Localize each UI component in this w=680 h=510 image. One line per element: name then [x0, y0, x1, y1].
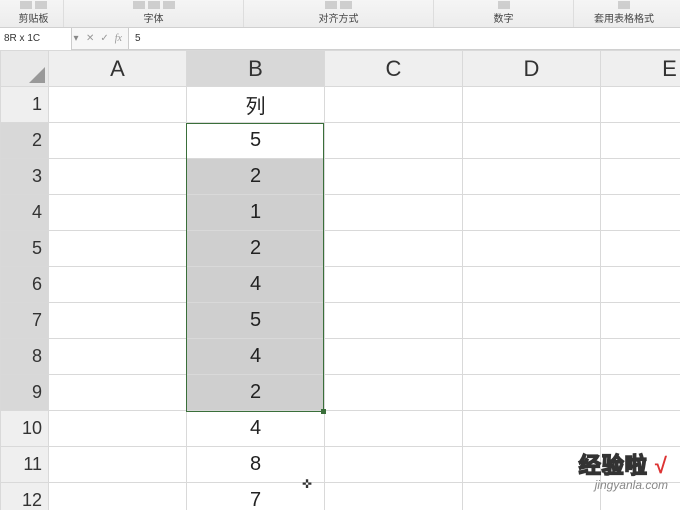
cell-D2[interactable] [463, 123, 601, 159]
cell-A4[interactable] [49, 195, 187, 231]
cell-D8[interactable] [463, 339, 601, 375]
cell-C8[interactable] [325, 339, 463, 375]
col-header-D[interactable]: D [463, 51, 601, 87]
cell-E1[interactable] [601, 87, 680, 123]
cell-E10[interactable] [601, 411, 680, 447]
cell-C4[interactable] [325, 195, 463, 231]
col-header-A[interactable]: A [49, 51, 187, 87]
cell-D7[interactable] [463, 303, 601, 339]
cell-E4[interactable] [601, 195, 680, 231]
cell-C6[interactable] [325, 267, 463, 303]
cell-E3[interactable] [601, 159, 680, 195]
cell-E6[interactable] [601, 267, 680, 303]
cell-B12[interactable]: 7 [187, 483, 325, 510]
cell-D6[interactable] [463, 267, 601, 303]
cell-C9[interactable] [325, 375, 463, 411]
row-header-4[interactable]: 4 [1, 195, 49, 231]
cell-C5[interactable] [325, 231, 463, 267]
cell-D9[interactable] [463, 375, 601, 411]
ribbon-group-number[interactable]: 数字 [434, 0, 574, 27]
cell-C3[interactable] [325, 159, 463, 195]
cell-B9[interactable]: 2 [187, 375, 325, 411]
cell-D5[interactable] [463, 231, 601, 267]
ribbon-label-clipboard: 剪贴板 [19, 10, 49, 27]
cell-C12[interactable] [325, 483, 463, 510]
row-header-7[interactable]: 7 [1, 303, 49, 339]
cell-D3[interactable] [463, 159, 601, 195]
row-header-12[interactable]: 12 [1, 483, 49, 510]
ribbon-group-format[interactable]: 套用表格格式 [574, 0, 674, 27]
cell-E5[interactable] [601, 231, 680, 267]
cell-C11[interactable] [325, 447, 463, 483]
cell-B11[interactable]: 8 [187, 447, 325, 483]
ribbon-label-number: 数字 [494, 10, 514, 27]
cell-A7[interactable] [49, 303, 187, 339]
cell-B10[interactable]: 4 [187, 411, 325, 447]
cell-B8[interactable]: 4 [187, 339, 325, 375]
col-header-E[interactable]: E [601, 51, 680, 87]
cell-E9[interactable] [601, 375, 680, 411]
cell-D1[interactable] [463, 87, 601, 123]
cell-D4[interactable] [463, 195, 601, 231]
ribbon-label-align: 对齐方式 [319, 10, 359, 27]
cell-B1[interactable]: 列 [187, 87, 325, 123]
ribbon-group-align[interactable]: 对齐方式 [244, 0, 434, 27]
fx-icon[interactable]: fx [115, 33, 122, 44]
row-header-9[interactable]: 9 [1, 375, 49, 411]
cell-B7[interactable]: 5 [187, 303, 325, 339]
row-header-1[interactable]: 1 [1, 87, 49, 123]
ribbon: 剪贴板 字体 对齐方式 数字 套用表格格式 [0, 0, 680, 28]
cell-E8[interactable] [601, 339, 680, 375]
cell-C2[interactable] [325, 123, 463, 159]
col-header-B[interactable]: B [187, 51, 325, 87]
cancel-icon[interactable]: ✕ [86, 33, 94, 44]
cell-D11[interactable] [463, 447, 601, 483]
row-header-10[interactable]: 10 [1, 411, 49, 447]
cell-D12[interactable] [463, 483, 601, 510]
cell-A3[interactable] [49, 159, 187, 195]
name-box-value: 8R x 1C [4, 33, 40, 44]
cell-A9[interactable] [49, 375, 187, 411]
cell-A1[interactable] [49, 87, 187, 123]
cell-C7[interactable] [325, 303, 463, 339]
formula-bar: 8R x 1C ▾ ✕ ✓ fx 5 [0, 28, 680, 50]
cell-A2[interactable] [49, 123, 187, 159]
spreadsheet-grid[interactable]: A B C D E 1 列 2 [0, 50, 680, 510]
ribbon-group-clipboard[interactable]: 剪贴板 [4, 0, 64, 27]
cell-A6[interactable] [49, 267, 187, 303]
row-header-3[interactable]: 3 [1, 159, 49, 195]
formula-input-value: 5 [135, 33, 141, 44]
cell-B6[interactable]: 4 [187, 267, 325, 303]
cell-E12[interactable] [601, 483, 680, 510]
ribbon-label-font: 字体 [144, 10, 164, 27]
cell-D10[interactable] [463, 411, 601, 447]
name-box-dropdown-icon[interactable]: ▾ [72, 33, 80, 44]
cell-C10[interactable] [325, 411, 463, 447]
cell-B3[interactable]: 2 [187, 159, 325, 195]
cell-A8[interactable] [49, 339, 187, 375]
cell-A11[interactable] [49, 447, 187, 483]
row-header-5[interactable]: 5 [1, 231, 49, 267]
ribbon-label-format: 套用表格格式 [594, 10, 654, 27]
formula-input[interactable]: 5 [128, 28, 680, 49]
ribbon-group-font[interactable]: 字体 [64, 0, 244, 27]
cell-B4[interactable]: 1 [187, 195, 325, 231]
col-header-C[interactable]: C [325, 51, 463, 87]
name-box[interactable]: 8R x 1C [0, 28, 72, 50]
cell-A12[interactable] [49, 483, 187, 510]
cell-B2[interactable]: 5 [187, 123, 325, 159]
cell-A5[interactable] [49, 231, 187, 267]
confirm-icon[interactable]: ✓ [100, 33, 108, 44]
cell-C1[interactable] [325, 87, 463, 123]
row-header-2[interactable]: 2 [1, 123, 49, 159]
cell-A10[interactable] [49, 411, 187, 447]
row-header-8[interactable]: 8 [1, 339, 49, 375]
cell-E2[interactable] [601, 123, 680, 159]
row-header-11[interactable]: 11 [1, 447, 49, 483]
row-header-6[interactable]: 6 [1, 267, 49, 303]
cell-E11[interactable] [601, 447, 680, 483]
cell-E7[interactable] [601, 303, 680, 339]
select-all-corner[interactable] [1, 51, 49, 87]
cell-B5[interactable]: 2 [187, 231, 325, 267]
